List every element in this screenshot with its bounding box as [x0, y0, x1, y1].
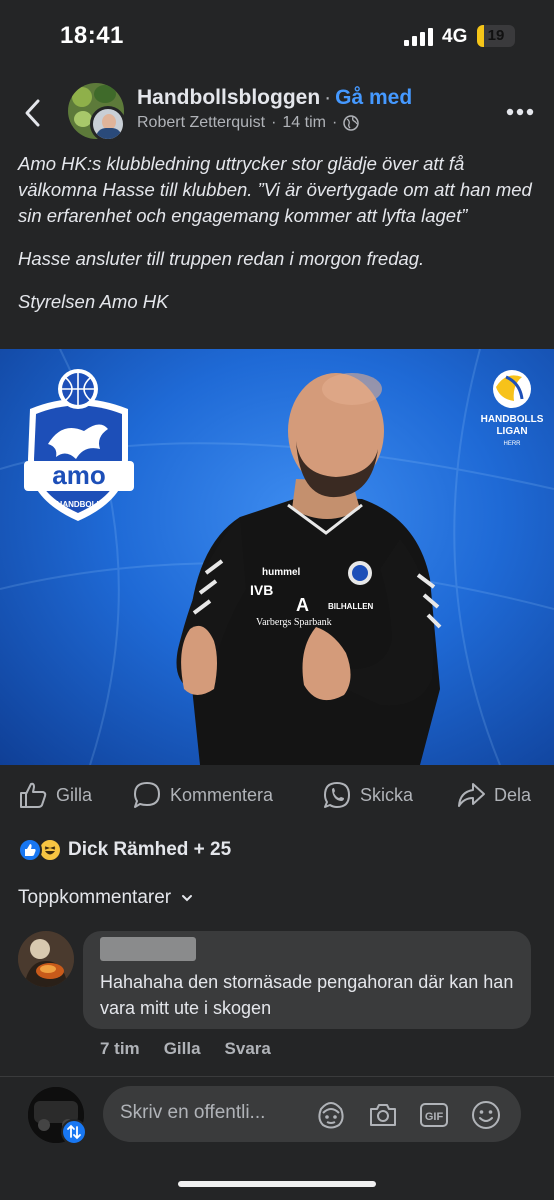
post-header: Handbollsbloggen · Gå med Robert Zetterqui…: [0, 78, 554, 144]
shirt-brand: hummel: [262, 567, 301, 578]
post-time[interactable]: 14 tim: [282, 114, 326, 132]
author-avatar[interactable]: [90, 106, 126, 142]
gif-icon[interactable]: GIF: [418, 1099, 450, 1131]
send-button[interactable]: Skicka: [322, 780, 413, 810]
post-text: Amo HK:s klubbledning uttrycker stor glä…: [18, 151, 538, 332]
separator: ·: [324, 86, 332, 109]
reactions-summary[interactable]: Dick Rämhed + 25: [18, 838, 231, 862]
club-logo-sub: HANDBOLL: [57, 500, 102, 509]
league-logo: HANDBOLLS LIGAN HERR: [481, 370, 544, 447]
chevron-down-icon: [182, 895, 193, 902]
group-name[interactable]: Handbollsbloggen · Gå med: [137, 86, 412, 110]
post-image[interactable]: amo HANDBOLL HANDBOLLS LIGAN HERR hummel…: [0, 349, 554, 765]
reaction-names: Dick Rämhed + 25: [68, 839, 232, 860]
group-name-text[interactable]: Handbollsbloggen: [137, 86, 320, 109]
author-name[interactable]: Robert Zetterquist: [137, 114, 265, 132]
league-line3: HERR: [503, 441, 521, 447]
comment-text: Hahahaha den stornäsade pengahoran där k…: [100, 972, 514, 1018]
join-button[interactable]: Gå med: [335, 86, 412, 109]
redacted-commenter-name: [100, 937, 196, 961]
battery-percent: 19: [487, 27, 505, 44]
share-label: Dela: [494, 784, 532, 805]
shirt-bank: Varbergs Sparbank: [256, 617, 332, 628]
comment-label: Kommentera: [170, 784, 274, 805]
comment-meta: 7 tim Gilla Svara: [100, 1039, 271, 1059]
post-paragraph: Hasse ansluter till truppen redan i morg…: [18, 248, 425, 269]
shirt-car: BILHALLEN: [328, 602, 374, 611]
send-label: Skicka: [360, 784, 414, 805]
like-label: Gilla: [56, 784, 93, 805]
shirt-letter: A: [296, 595, 309, 615]
comment-sort-label: Toppkommentarer: [18, 887, 172, 908]
comment-time[interactable]: 7 tim: [100, 1039, 140, 1059]
switch-profile-icon[interactable]: [61, 1119, 87, 1145]
coach-photo: hummel IVB A Varbergs Sparbank BILHALLEN: [176, 373, 442, 765]
post-meta: Robert Zetterquist · 14 tim ·: [137, 114, 360, 132]
meta-dot: ·: [331, 114, 338, 131]
meta-dot: ·: [271, 114, 277, 131]
comment-like-button[interactable]: Gilla: [164, 1039, 201, 1059]
whatsapp-icon: [324, 782, 350, 808]
camera-icon[interactable]: [367, 1099, 399, 1131]
share-button[interactable]: Dela: [456, 780, 531, 810]
like-reaction-icon: [18, 838, 42, 862]
like-button[interactable]: Gilla: [18, 780, 92, 810]
club-logo-text: amo: [52, 460, 105, 490]
avatar-sticker-icon[interactable]: [315, 1099, 347, 1131]
signal-icon: [404, 28, 433, 46]
chevron-left-icon[interactable]: [22, 98, 44, 128]
comment-icon: [134, 782, 160, 808]
status-bar: 18:41 4G 19: [0, 0, 554, 72]
comment-input[interactable]: [120, 1102, 305, 1124]
share-icon: [458, 783, 485, 807]
club-logo: amo HANDBOLL: [24, 369, 134, 521]
commenter-avatar[interactable]: [18, 931, 74, 987]
divider: [0, 1076, 554, 1077]
comment-reply-button[interactable]: Svara: [225, 1039, 271, 1059]
post-actions: Gilla Kommentera Skicka Dela: [0, 776, 554, 816]
more-horizontal-icon[interactable]: [506, 108, 534, 116]
league-line1: HANDBOLLS: [481, 414, 544, 425]
svg-text:GIF: GIF: [425, 1111, 444, 1123]
post-paragraph: Amo HK:s klubbledning uttrycker stor glä…: [18, 153, 532, 226]
league-line2: LIGAN: [496, 426, 527, 437]
emoji-icon[interactable]: [470, 1099, 502, 1131]
network-type: 4G: [442, 26, 468, 47]
post-image-graphic: amo HANDBOLL HANDBOLLS LIGAN HERR hummel…: [0, 349, 554, 765]
battery-icon: 19: [477, 25, 515, 47]
comment-button[interactable]: Kommentera: [132, 780, 273, 810]
thumbs-up-icon: [20, 782, 47, 808]
comment-sort-dropdown[interactable]: Toppkommentarer: [18, 887, 193, 909]
comment-bubble[interactable]: Hahahaha den stornäsade pengahoran där k…: [83, 931, 531, 1029]
post-paragraph: Styrelsen Amo HK: [18, 291, 169, 312]
status-time: 18:41: [60, 22, 124, 49]
home-indicator[interactable]: [178, 1181, 376, 1187]
globe-icon: [343, 115, 360, 131]
comment-composer[interactable]: GIF: [103, 1086, 521, 1142]
shirt-sponsor: IVB: [250, 582, 273, 598]
